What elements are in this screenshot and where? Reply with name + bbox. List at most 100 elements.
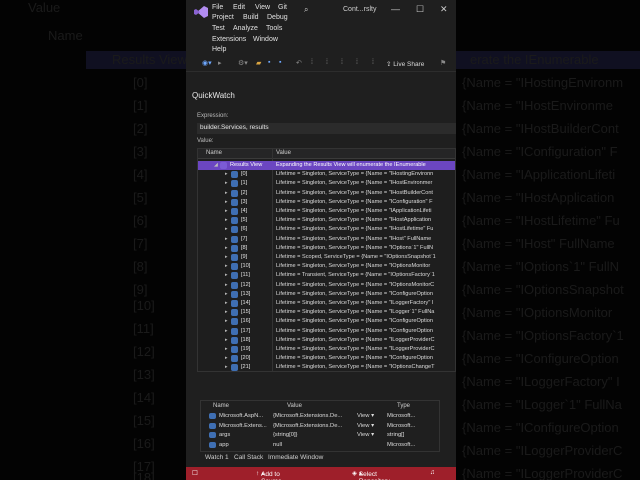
- name-column-header[interactable]: Name: [206, 150, 222, 156]
- table-row[interactable]: ▸ [18] Lifetime = Singleton, ServiceType =…: [198, 336, 455, 345]
- table-row[interactable]: ▸ [8] Lifetime = Singleton, ServiceType = …: [198, 244, 455, 253]
- object-icon: [231, 346, 238, 353]
- expand-arrow-icon[interactable]: ▸: [225, 272, 228, 278]
- table-row[interactable]: ▸ [6] Lifetime = Singleton, ServiceType = …: [198, 225, 455, 234]
- menu-git[interactable]: Git: [278, 4, 287, 11]
- save-icon[interactable]: ▪: [268, 59, 270, 66]
- table-row[interactable]: ▸ [2] Lifetime = Singleton, ServiceType = …: [198, 189, 455, 198]
- table-row[interactable]: ▸ [21] Lifetime = Singleton, ServiceType =…: [198, 363, 455, 371]
- live-share-button[interactable]: ⇪ Live Share: [386, 60, 424, 68]
- expand-arrow-icon[interactable]: ▸: [225, 318, 228, 324]
- table-row[interactable]: ▸ [11] Lifetime = Transient, ServiceType =…: [198, 271, 455, 280]
- select-repository-button[interactable]: ◈ Select Repository ▴: [352, 469, 390, 480]
- menu-edit[interactable]: Edit: [233, 4, 245, 11]
- solution-config-icon[interactable]: ⚙▾: [238, 59, 248, 67]
- table-row[interactable]: ▸ [1] Lifetime = Singleton, ServiceType = …: [198, 179, 455, 188]
- table-row[interactable]: ◢ Results View Expanding the Results View …: [198, 161, 455, 170]
- table-row[interactable]: ▸ [17] Lifetime = Singleton, ServiceType =…: [198, 327, 455, 336]
- expand-arrow-icon[interactable]: ▸: [225, 199, 228, 205]
- navigate-back-icon[interactable]: ◉▾: [202, 59, 212, 67]
- menu-build[interactable]: Build: [243, 14, 259, 21]
- expand-arrow-icon[interactable]: ▸: [225, 291, 228, 297]
- table-row[interactable]: ▸ [4] Lifetime = Singleton, ServiceType = …: [198, 207, 455, 216]
- table-row[interactable]: ▸ [16] Lifetime = Singleton, ServiceType =…: [198, 317, 455, 326]
- status-notification-icon[interactable]: ☐: [192, 469, 198, 477]
- expand-arrow-icon[interactable]: ▸: [225, 300, 228, 306]
- object-icon: [231, 300, 238, 307]
- run-to-cursor-icon[interactable]: ⁞: [356, 59, 358, 66]
- locals-type-header[interactable]: Type: [397, 403, 410, 409]
- step-into-icon[interactable]: ⁞: [326, 59, 328, 66]
- menu-help[interactable]: Help: [212, 46, 226, 53]
- search-icon[interactable]: ⌕: [304, 5, 308, 15]
- undo-icon[interactable]: ↶: [296, 59, 302, 67]
- save-all-icon[interactable]: ▪: [279, 59, 281, 66]
- value-column-header[interactable]: Value: [276, 150, 291, 156]
- table-row[interactable]: ▸ [9] Lifetime = Scoped, ServiceType = {Na…: [198, 253, 455, 262]
- menu-project[interactable]: Project: [212, 14, 234, 21]
- table-row[interactable]: ▸ [20] Lifetime = Singleton, ServiceType =…: [198, 354, 455, 363]
- expand-arrow-icon[interactable]: ▸: [225, 190, 228, 196]
- close-button[interactable]: ✕: [440, 4, 448, 15]
- row-value: Lifetime = Singleton, ServiceType = {Nam…: [276, 364, 435, 371]
- menu-test[interactable]: Test: [212, 25, 225, 32]
- expand-arrow-icon[interactable]: ▸: [225, 355, 228, 361]
- expand-arrow-icon[interactable]: ▸: [225, 364, 228, 370]
- expand-arrow-icon[interactable]: ◢: [214, 162, 218, 168]
- locals-value-header[interactable]: Value: [287, 403, 302, 409]
- table-row[interactable]: ▸ [5] Lifetime = Singleton, ServiceType = …: [198, 216, 455, 225]
- notifications-bell-icon[interactable]: ♫: [430, 469, 435, 476]
- expression-input[interactable]: builder.Services, results: [197, 123, 456, 134]
- locals-row[interactable]: Microsoft.AspN... {Microsoft.Extensions.D…: [201, 412, 439, 421]
- step-out-icon[interactable]: ⁞: [341, 59, 343, 66]
- tab-immediate-window[interactable]: Immediate Window: [268, 454, 323, 461]
- expand-arrow-icon[interactable]: ▸: [225, 337, 228, 343]
- expand-arrow-icon[interactable]: ▸: [225, 226, 228, 232]
- locals-row[interactable]: Microsoft.Extens... {Microsoft.Extensions…: [201, 422, 439, 431]
- expand-arrow-icon[interactable]: ▸: [225, 328, 228, 334]
- menu-window[interactable]: Window: [253, 36, 278, 43]
- object-icon: [231, 235, 238, 243]
- table-row[interactable]: ▸ [10] Lifetime = Singleton, ServiceType =…: [198, 262, 455, 271]
- menu-view[interactable]: View: [255, 4, 270, 11]
- expand-arrow-icon[interactable]: ▸: [225, 346, 228, 352]
- expand-arrow-icon[interactable]: ▸: [225, 282, 228, 288]
- table-row[interactable]: ▸ [14] Lifetime = Singleton, ServiceType =…: [198, 299, 455, 308]
- menu-file[interactable]: File: [212, 4, 223, 11]
- locals-type: Microsoft...: [387, 413, 416, 419]
- step-over-icon[interactable]: ⁞: [311, 59, 313, 66]
- locals-name-header[interactable]: Name: [213, 403, 229, 409]
- table-row[interactable]: ▸ [15] Lifetime = Singleton, ServiceType =…: [198, 308, 455, 317]
- table-row[interactable]: ▸ [12] Lifetime = Singleton, ServiceType =…: [198, 281, 455, 290]
- row-name: [18]: [241, 336, 251, 343]
- table-row[interactable]: ▸ [7] Lifetime = Singleton, ServiceType = …: [198, 235, 455, 244]
- expand-arrow-icon[interactable]: ▸: [225, 180, 228, 186]
- expand-arrow-icon[interactable]: ▸: [225, 208, 228, 214]
- open-folder-icon[interactable]: ▰: [256, 59, 261, 67]
- minimize-button[interactable]: —: [391, 4, 400, 14]
- feedback-icon[interactable]: ⚑: [440, 59, 446, 67]
- table-row[interactable]: ▸ [19] Lifetime = Singleton, ServiceType =…: [198, 345, 455, 354]
- maximize-button[interactable]: ☐: [416, 4, 424, 15]
- expand-arrow-icon[interactable]: ▸: [225, 245, 228, 251]
- add-to-source-control-button[interactable]: ↑ Add to Source Control ▴: [256, 469, 282, 480]
- expand-arrow-icon[interactable]: ▸: [225, 254, 228, 260]
- expand-arrow-icon[interactable]: ▸: [225, 309, 228, 315]
- table-row[interactable]: ▸ [0] Lifetime = Singleton, ServiceType = …: [198, 170, 455, 179]
- expand-arrow-icon[interactable]: ▸: [225, 171, 228, 177]
- locals-row[interactable]: args {string[0]} View ▾ string[]: [201, 431, 439, 440]
- tab-call-stack[interactable]: Call Stack: [234, 454, 263, 461]
- locals-row[interactable]: app null Microsoft...: [201, 441, 439, 450]
- expand-arrow-icon[interactable]: ▸: [225, 217, 228, 223]
- menu-tools[interactable]: Tools: [266, 25, 282, 32]
- table-row[interactable]: ▸ [13] Lifetime = Singleton, ServiceType =…: [198, 290, 455, 299]
- menu-extensions[interactable]: Extensions: [212, 36, 246, 43]
- nav-forward-icon[interactable]: ▸: [218, 59, 222, 67]
- expand-arrow-icon[interactable]: ▸: [225, 263, 228, 269]
- menu-debug[interactable]: Debug: [267, 14, 288, 21]
- tab-watch-1[interactable]: Watch 1: [205, 454, 229, 461]
- menu-analyze[interactable]: Analyze: [233, 25, 258, 32]
- more-toolbar-icon[interactable]: ⁞: [372, 59, 374, 66]
- expand-arrow-icon[interactable]: ▸: [225, 236, 228, 242]
- table-row[interactable]: ▸ [3] Lifetime = Singleton, ServiceType = …: [198, 198, 455, 207]
